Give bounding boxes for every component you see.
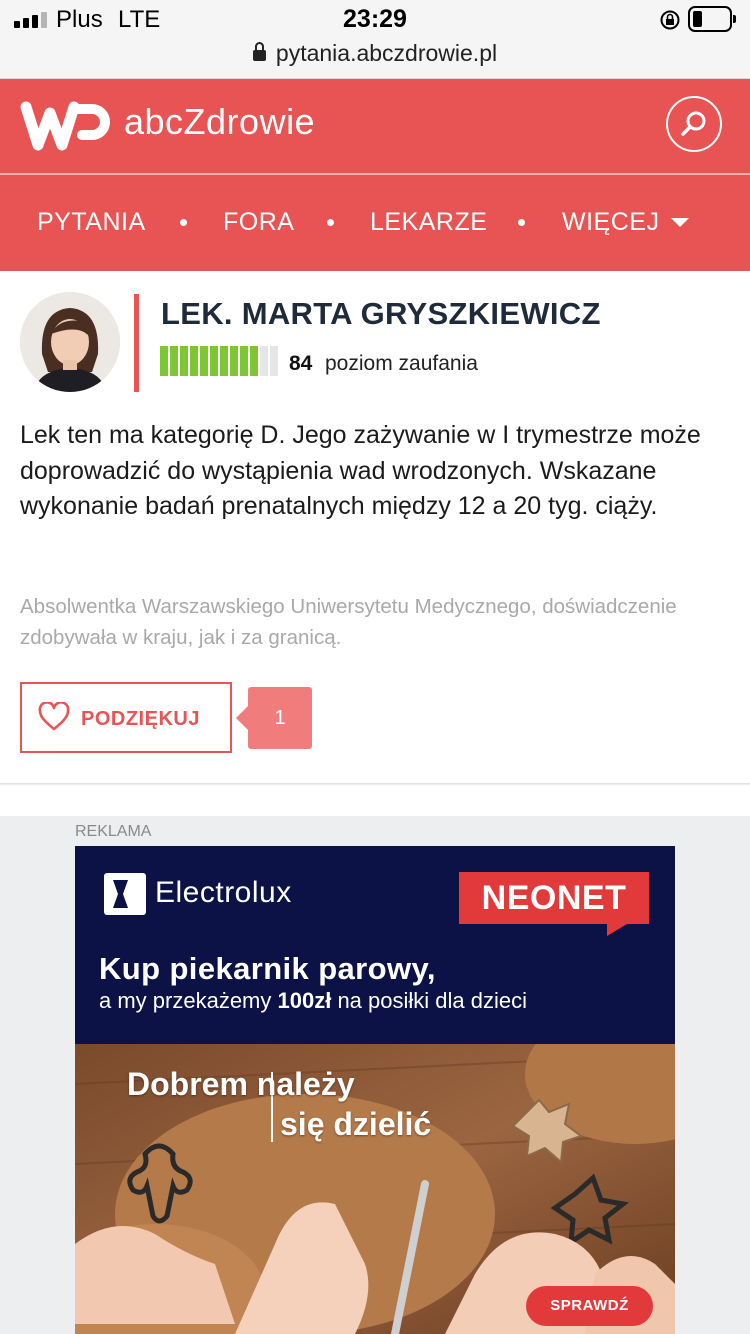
nav-separator [327,219,334,226]
nav-wiecej-label: WIĘCEJ [562,208,660,236]
ad-headline: Kup piekarnik parowy, [99,951,436,986]
trust-segment [220,346,228,376]
thanks-count-badge: 1 [236,687,312,749]
padlock-icon [252,42,266,61]
url-text: pytania.abczdrowie.pl [275,40,498,66]
url-bar[interactable]: pytania.abczdrowie.pl [0,40,750,79]
nav-wiecej[interactable]: WIĘCEJ [562,208,690,237]
avatar-photo [20,292,120,392]
ad-section: REKLAMA Electrolux NEONET Kup piekarnik … [0,816,750,1334]
trust-segment [260,346,268,376]
search-button[interactable] [666,96,722,152]
battery-icon [688,6,736,32]
brand-name[interactable]: abcZdrowie [124,101,315,143]
doctor-name[interactable]: LEK. MARTA GRYSZKIEWICZ [161,296,601,332]
ad-brand-electrolux: Electrolux [155,876,292,909]
trust-segment [240,346,248,376]
trust-segment [250,346,258,376]
doctor-bio: Absolwentka Warszawskiego Uniwersytetu M… [20,595,677,649]
nav-separator [518,219,525,226]
trust-segment [230,346,238,376]
electrolux-logo-icon [104,873,146,915]
doctor-avatar[interactable] [20,292,120,392]
ad-banner[interactable]: Electrolux NEONET Kup piekarnik parowy, … [75,846,675,1334]
ad-subline-post: na posiłki dla dzieci [331,988,527,1013]
trust-segment [190,346,198,376]
ad-subline: a my przekażemy 100zł na posiłki dla dzi… [99,988,527,1014]
ad-subline-pre: a my przekażemy [99,988,278,1013]
trust-segment [200,346,208,376]
ad-brand-neonet: NEONET [459,872,649,936]
ad-cta-button[interactable]: SPRAWDŹ [526,1286,653,1326]
thank-button[interactable]: PODZIĘKUJ [20,682,232,753]
ad-label: REKLAMA [75,823,152,840]
wp-logo-icon[interactable] [20,99,112,155]
doctor-accent-bar [134,294,139,392]
nav-fora[interactable]: FORA [223,208,294,237]
trust-level-bar [160,346,278,376]
nav-lekarze[interactable]: LEKARZE [370,208,487,237]
nav-separator [180,219,187,226]
trust-segment [270,346,278,376]
card-divider [0,783,750,786]
thank-button-label: PODZIĘKUJ [81,708,200,730]
status-time: 23:29 [343,5,407,33]
rotation-lock-icon [660,10,680,30]
answer-text: Lek ten ma kategorię D. Jego zażywanie w… [20,421,701,520]
main-nav: PYTANIA FORA LEKARZE WIĘCEJ [0,175,750,271]
nav-pytania[interactable]: PYTANIA [37,208,146,237]
heart-icon [38,702,70,731]
status-bar: Plus LTE 23:29 [0,0,750,40]
ad-subline-amount: 100zł [277,988,332,1013]
ad-slogan-line2: się dzielić [280,1106,432,1142]
chevron-down-icon [671,218,690,227]
trust-segment [210,346,218,376]
trust-segment [160,346,168,376]
site-header: abcZdrowie [0,79,750,173]
trust-level-label: poziom zaufania [325,352,478,375]
trust-level-value: 84 [289,352,313,375]
trust-segment [180,346,188,376]
trust-segment [170,346,178,376]
ad-slogan-line1: Dobrem należy [127,1066,355,1102]
ad-header-panel: Electrolux NEONET Kup piekarnik parowy, … [75,846,675,1044]
search-icon [681,111,706,136]
